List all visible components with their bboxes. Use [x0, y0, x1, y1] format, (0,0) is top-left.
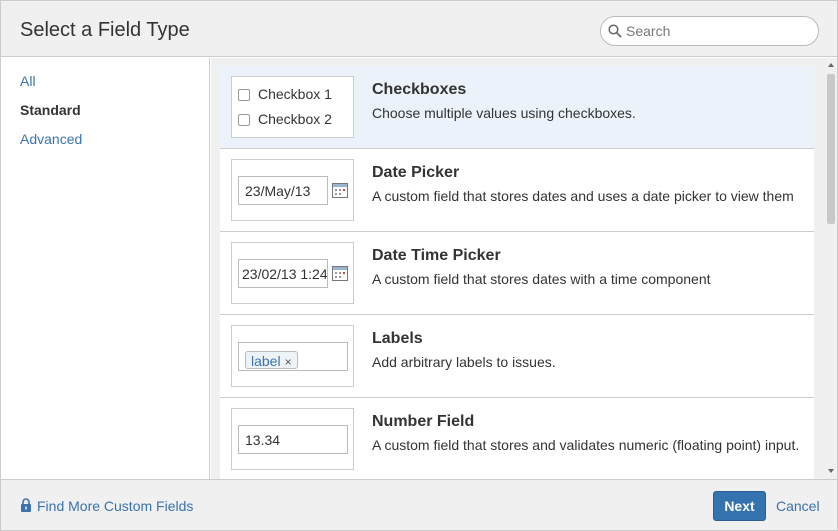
field-type-row-number-field[interactable]: 13.34 Number Field A custom field that s…: [220, 398, 814, 479]
calendar-icon: [332, 183, 348, 198]
field-type-description: A custom field that stores and validates…: [372, 437, 800, 453]
calendar-icon: [332, 266, 348, 281]
number-value: 13.34: [238, 425, 348, 454]
label-tag: label ×: [245, 351, 298, 369]
checkbox-1-label: Checkbox 1: [258, 86, 332, 102]
field-type-row-checkboxes[interactable]: Checkbox 1 Checkbox 2 Checkboxes Choose …: [220, 66, 814, 149]
field-type-name: Labels: [372, 330, 423, 347]
field-type-description: Choose multiple values using checkboxes.: [372, 105, 636, 121]
date-value: 23/May/13: [238, 176, 328, 205]
field-type-name: Number Field: [372, 413, 475, 430]
search-input[interactable]: [626, 21, 811, 41]
sidebar-item-all[interactable]: All: [20, 73, 36, 89]
list-scrollbar[interactable]: [825, 58, 837, 479]
dialog-header: Select a Field Type: [1, 1, 837, 57]
dialog-footer: Find More Custom Fields Next Cancel: [1, 479, 837, 530]
cancel-link[interactable]: Cancel: [776, 498, 820, 514]
sidebar-item-advanced[interactable]: Advanced: [20, 131, 82, 147]
number-field-preview: 13.34: [231, 408, 354, 470]
checkbox-2-label: Checkbox 2: [258, 111, 332, 127]
next-button[interactable]: Next: [713, 491, 766, 521]
find-more-label: Find More Custom Fields: [37, 498, 194, 514]
field-type-description: A custom field that stores dates and use…: [372, 188, 794, 204]
scrollbar-thumb[interactable]: [827, 74, 835, 224]
field-type-row-date-picker[interactable]: 23/May/13 Date Picker A custom field tha…: [220, 149, 814, 232]
sidebar-item-standard[interactable]: Standard: [20, 102, 81, 118]
checkbox-1: [238, 89, 250, 101]
field-type-description: A custom field that stores dates with a …: [372, 271, 711, 287]
date-time-value: 23/02/13 1:24: [238, 259, 328, 288]
labels-preview: label ×: [231, 325, 354, 387]
dialog-title: Select a Field Type: [20, 19, 190, 41]
lock-icon: [21, 498, 31, 512]
search-icon: [608, 24, 622, 38]
field-type-row-labels[interactable]: label × Labels Add arbitrary labels to is…: [220, 315, 814, 398]
labels-input: label ×: [238, 342, 348, 371]
search-box[interactable]: [600, 16, 819, 46]
field-type-dialog: Select a Field Type All Standard Advance…: [0, 0, 838, 531]
scroll-down-arrow-icon[interactable]: [828, 469, 834, 473]
checkbox-2: [238, 114, 250, 126]
remove-tag-icon: ×: [284, 355, 292, 369]
field-type-name: Checkboxes: [372, 81, 467, 98]
checkboxes-preview: Checkbox 1 Checkbox 2: [231, 76, 354, 138]
field-type-list-panel: Checkbox 1 Checkbox 2 Checkboxes Choose …: [211, 58, 837, 479]
field-type-row-date-time-picker[interactable]: 23/02/13 1:24 Date Time Picker A custom …: [220, 232, 814, 315]
date-picker-preview: 23/May/13: [231, 159, 354, 221]
category-sidebar: All Standard Advanced: [1, 58, 210, 479]
scroll-up-arrow-icon[interactable]: [828, 63, 834, 67]
find-more-custom-fields-link[interactable]: Find More Custom Fields: [20, 498, 193, 514]
date-time-picker-preview: 23/02/13 1:24: [231, 242, 354, 304]
field-type-name: Date Picker: [372, 164, 460, 181]
field-type-description: Add arbitrary labels to issues.: [372, 354, 556, 370]
field-type-list: Checkbox 1 Checkbox 2 Checkboxes Choose …: [220, 66, 814, 479]
field-type-name: Date Time Picker: [372, 247, 501, 264]
